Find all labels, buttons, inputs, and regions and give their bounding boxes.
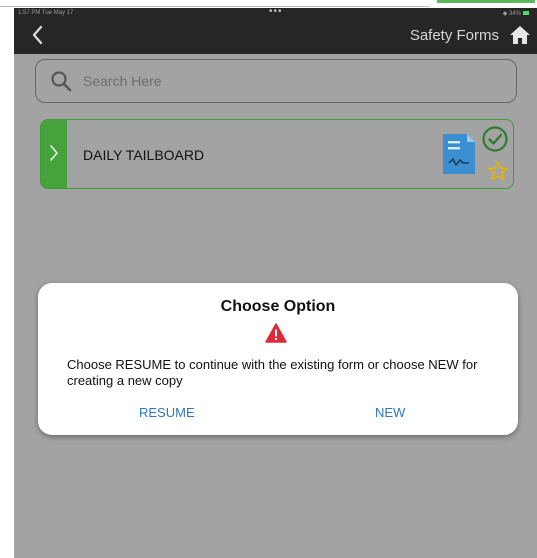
- home-button[interactable]: [509, 25, 531, 45]
- crop-divider: [0, 6, 430, 7]
- battery-icon: [523, 11, 529, 16]
- home-icon: [510, 26, 530, 44]
- form-list-item[interactable]: DAILY TAILBOARD: [40, 119, 514, 189]
- multitask-dots[interactable]: •••: [269, 8, 283, 17]
- status-bar: 1:57 PM Tue May 17 ••• ◆ 34%: [14, 8, 537, 18]
- app-screen: 1:57 PM Tue May 17 ••• ◆ 34% Safety Form…: [14, 8, 537, 558]
- nav-bar: Safety Forms: [14, 18, 537, 54]
- battery-text: ◆ 34%: [502, 11, 521, 17]
- search-icon: [51, 71, 72, 92]
- status-time: 1:57 PM Tue May 17: [18, 10, 74, 16]
- chevron-left-icon: [32, 25, 43, 45]
- page-title: Safety Forms: [409, 27, 499, 44]
- back-button[interactable]: [28, 23, 48, 47]
- form-item-strip: [41, 120, 67, 188]
- dialog-message: Choose RESUME to continue with the exist…: [67, 357, 478, 388]
- warning-icon: [265, 323, 287, 343]
- signed-document-icon: [443, 134, 475, 174]
- dialog-title: Choose Option: [220, 298, 336, 315]
- battery-indicator: ◆ 34%: [503, 10, 529, 17]
- choose-option-dialog: Choose Option Choose RESUME to continue …: [38, 283, 518, 435]
- top-crop-strip: [0, 0, 537, 8]
- search-input[interactable]: Search Here: [35, 59, 517, 103]
- resume-button[interactable]: RESUME: [139, 405, 195, 420]
- favorite-star-icon[interactable]: [487, 160, 509, 182]
- chevron-right-icon: [50, 145, 58, 161]
- search-placeholder: Search Here: [83, 73, 162, 89]
- completed-check-icon: [482, 126, 508, 152]
- crop-green-edge: [437, 0, 535, 3]
- form-item-label: DAILY TAILBOARD: [83, 147, 205, 163]
- new-button[interactable]: NEW: [375, 405, 405, 420]
